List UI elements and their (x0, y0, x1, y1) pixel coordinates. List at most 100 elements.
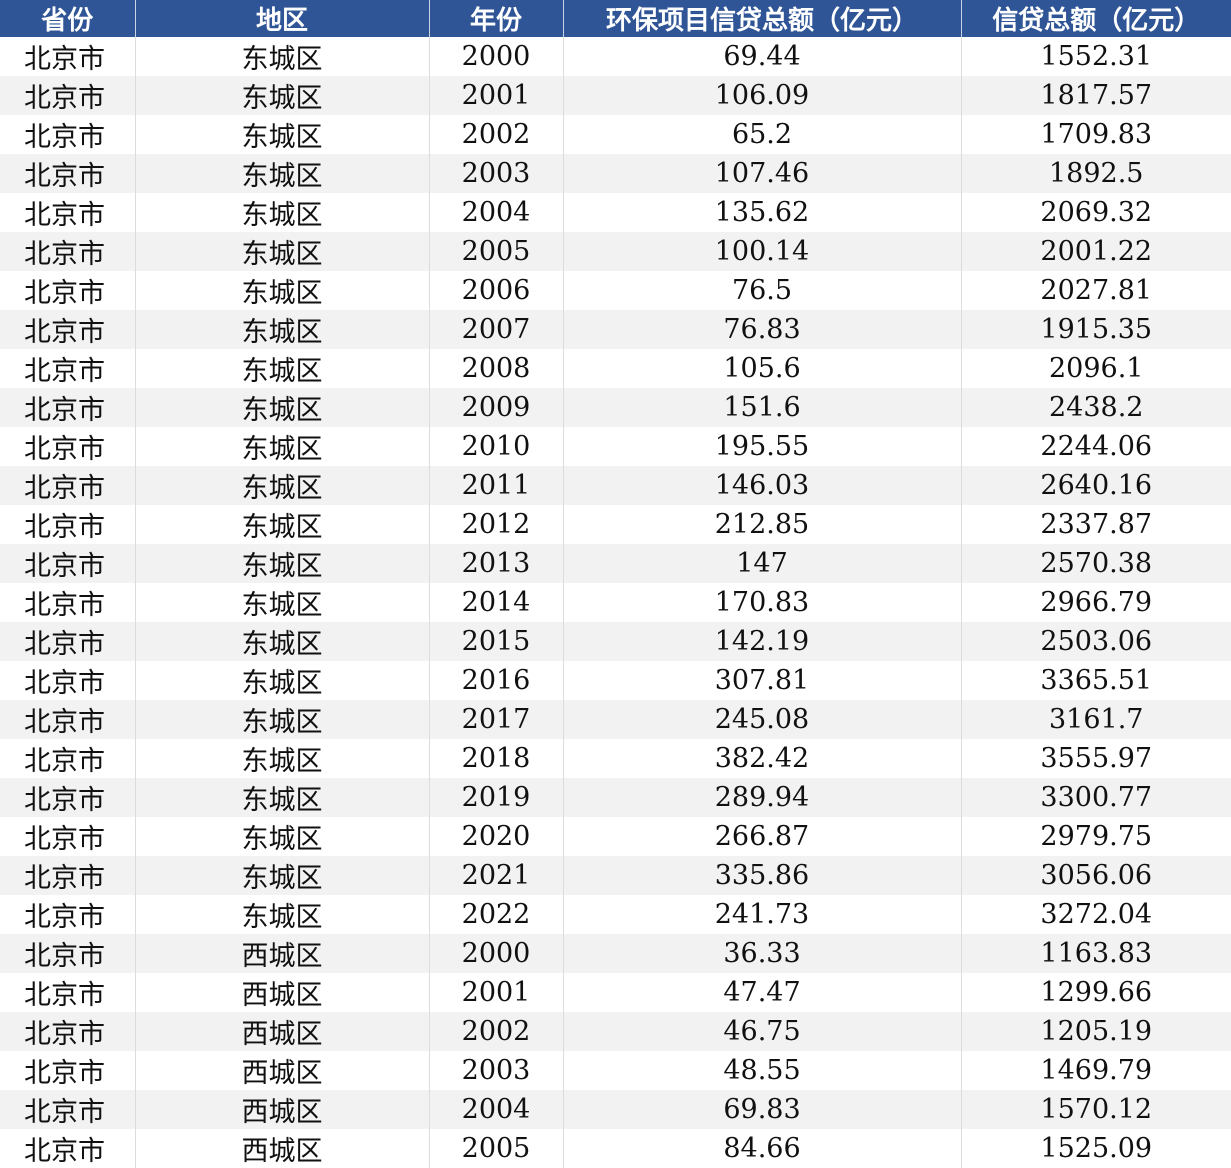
cell-green-credit[interactable]: 151.6 (563, 388, 962, 427)
cell-total-credit[interactable]: 1163.83 (961, 934, 1231, 973)
header-province[interactable]: 省份 (0, 0, 136, 37)
cell-province[interactable]: 北京市 (0, 817, 136, 856)
cell-year[interactable]: 2004 (429, 1090, 564, 1129)
cell-province[interactable]: 北京市 (0, 583, 136, 622)
cell-province[interactable]: 北京市 (0, 37, 136, 76)
cell-year[interactable]: 2000 (429, 934, 564, 973)
cell-total-credit[interactable]: 1469.79 (961, 1051, 1231, 1090)
cell-year[interactable]: 2014 (429, 583, 564, 622)
cell-year[interactable]: 2021 (429, 856, 564, 895)
cell-green-credit[interactable]: 241.73 (563, 895, 962, 934)
cell-total-credit[interactable]: 1552.31 (961, 37, 1231, 76)
cell-green-credit[interactable]: 212.85 (563, 505, 962, 544)
cell-total-credit[interactable]: 2979.75 (961, 817, 1231, 856)
cell-green-credit[interactable]: 47.47 (563, 973, 962, 1012)
cell-province[interactable]: 北京市 (0, 1129, 136, 1168)
cell-province[interactable]: 北京市 (0, 661, 136, 700)
cell-year[interactable]: 2016 (429, 661, 564, 700)
cell-year[interactable]: 2017 (429, 700, 564, 739)
cell-green-credit[interactable]: 307.81 (563, 661, 962, 700)
cell-district[interactable]: 东城区 (135, 349, 430, 388)
cell-total-credit[interactable]: 2069.32 (961, 193, 1231, 232)
cell-province[interactable]: 北京市 (0, 739, 136, 778)
cell-year[interactable]: 2012 (429, 505, 564, 544)
cell-total-credit[interactable]: 1892.5 (961, 154, 1231, 193)
cell-district[interactable]: 东城区 (135, 856, 430, 895)
cell-district[interactable]: 东城区 (135, 778, 430, 817)
cell-province[interactable]: 北京市 (0, 1090, 136, 1129)
cell-green-credit[interactable]: 147 (563, 544, 962, 583)
cell-province[interactable]: 北京市 (0, 1051, 136, 1090)
cell-province[interactable]: 北京市 (0, 154, 136, 193)
cell-year[interactable]: 2005 (429, 232, 564, 271)
cell-green-credit[interactable]: 36.33 (563, 934, 962, 973)
cell-year[interactable]: 2011 (429, 466, 564, 505)
cell-district[interactable]: 东城区 (135, 193, 430, 232)
cell-district[interactable]: 东城区 (135, 505, 430, 544)
cell-year[interactable]: 2001 (429, 76, 564, 115)
cell-province[interactable]: 北京市 (0, 193, 136, 232)
cell-green-credit[interactable]: 107.46 (563, 154, 962, 193)
cell-year[interactable]: 2005 (429, 1129, 564, 1168)
cell-total-credit[interactable]: 2096.1 (961, 349, 1231, 388)
cell-total-credit[interactable]: 1709.83 (961, 115, 1231, 154)
cell-district[interactable]: 东城区 (135, 895, 430, 934)
cell-year[interactable]: 2008 (429, 349, 564, 388)
header-green-credit[interactable]: 环保项目信贷总额（亿元） (563, 0, 962, 37)
cell-district[interactable]: 东城区 (135, 271, 430, 310)
cell-green-credit[interactable]: 289.94 (563, 778, 962, 817)
cell-green-credit[interactable]: 100.14 (563, 232, 962, 271)
cell-district[interactable]: 东城区 (135, 388, 430, 427)
cell-green-credit[interactable]: 382.42 (563, 739, 962, 778)
cell-district[interactable]: 东城区 (135, 154, 430, 193)
cell-year[interactable]: 2000 (429, 37, 564, 76)
cell-district[interactable]: 东城区 (135, 232, 430, 271)
cell-total-credit[interactable]: 1570.12 (961, 1090, 1231, 1129)
cell-total-credit[interactable]: 2438.2 (961, 388, 1231, 427)
cell-year[interactable]: 2020 (429, 817, 564, 856)
cell-province[interactable]: 北京市 (0, 973, 136, 1012)
cell-green-credit[interactable]: 69.83 (563, 1090, 962, 1129)
cell-province[interactable]: 北京市 (0, 349, 136, 388)
cell-green-credit[interactable]: 69.44 (563, 37, 962, 76)
cell-year[interactable]: 2003 (429, 1051, 564, 1090)
cell-district[interactable]: 东城区 (135, 115, 430, 154)
cell-district[interactable]: 东城区 (135, 583, 430, 622)
cell-district[interactable]: 东城区 (135, 37, 430, 76)
cell-green-credit[interactable]: 170.83 (563, 583, 962, 622)
header-district[interactable]: 地区 (135, 0, 430, 37)
cell-province[interactable]: 北京市 (0, 388, 136, 427)
cell-year[interactable]: 2001 (429, 973, 564, 1012)
cell-province[interactable]: 北京市 (0, 115, 136, 154)
cell-province[interactable]: 北京市 (0, 427, 136, 466)
cell-year[interactable]: 2013 (429, 544, 564, 583)
cell-province[interactable]: 北京市 (0, 934, 136, 973)
cell-total-credit[interactable]: 3272.04 (961, 895, 1231, 934)
cell-green-credit[interactable]: 146.03 (563, 466, 962, 505)
cell-district[interactable]: 东城区 (135, 544, 430, 583)
cell-year[interactable]: 2004 (429, 193, 564, 232)
cell-province[interactable]: 北京市 (0, 310, 136, 349)
cell-year[interactable]: 2018 (429, 739, 564, 778)
cell-district[interactable]: 东城区 (135, 427, 430, 466)
cell-district[interactable]: 东城区 (135, 661, 430, 700)
cell-total-credit[interactable]: 1915.35 (961, 310, 1231, 349)
cell-district[interactable]: 东城区 (135, 466, 430, 505)
cell-year[interactable]: 2015 (429, 622, 564, 661)
cell-province[interactable]: 北京市 (0, 622, 136, 661)
header-year[interactable]: 年份 (429, 0, 564, 37)
cell-green-credit[interactable]: 105.6 (563, 349, 962, 388)
cell-province[interactable]: 北京市 (0, 505, 136, 544)
cell-green-credit[interactable]: 65.2 (563, 115, 962, 154)
cell-year[interactable]: 2022 (429, 895, 564, 934)
cell-province[interactable]: 北京市 (0, 76, 136, 115)
cell-total-credit[interactable]: 2027.81 (961, 271, 1231, 310)
cell-province[interactable]: 北京市 (0, 895, 136, 934)
cell-green-credit[interactable]: 266.87 (563, 817, 962, 856)
cell-total-credit[interactable]: 2640.16 (961, 466, 1231, 505)
cell-province[interactable]: 北京市 (0, 232, 136, 271)
cell-district[interactable]: 东城区 (135, 739, 430, 778)
cell-district[interactable]: 西城区 (135, 973, 430, 1012)
cell-year[interactable]: 2007 (429, 310, 564, 349)
cell-year[interactable]: 2003 (429, 154, 564, 193)
